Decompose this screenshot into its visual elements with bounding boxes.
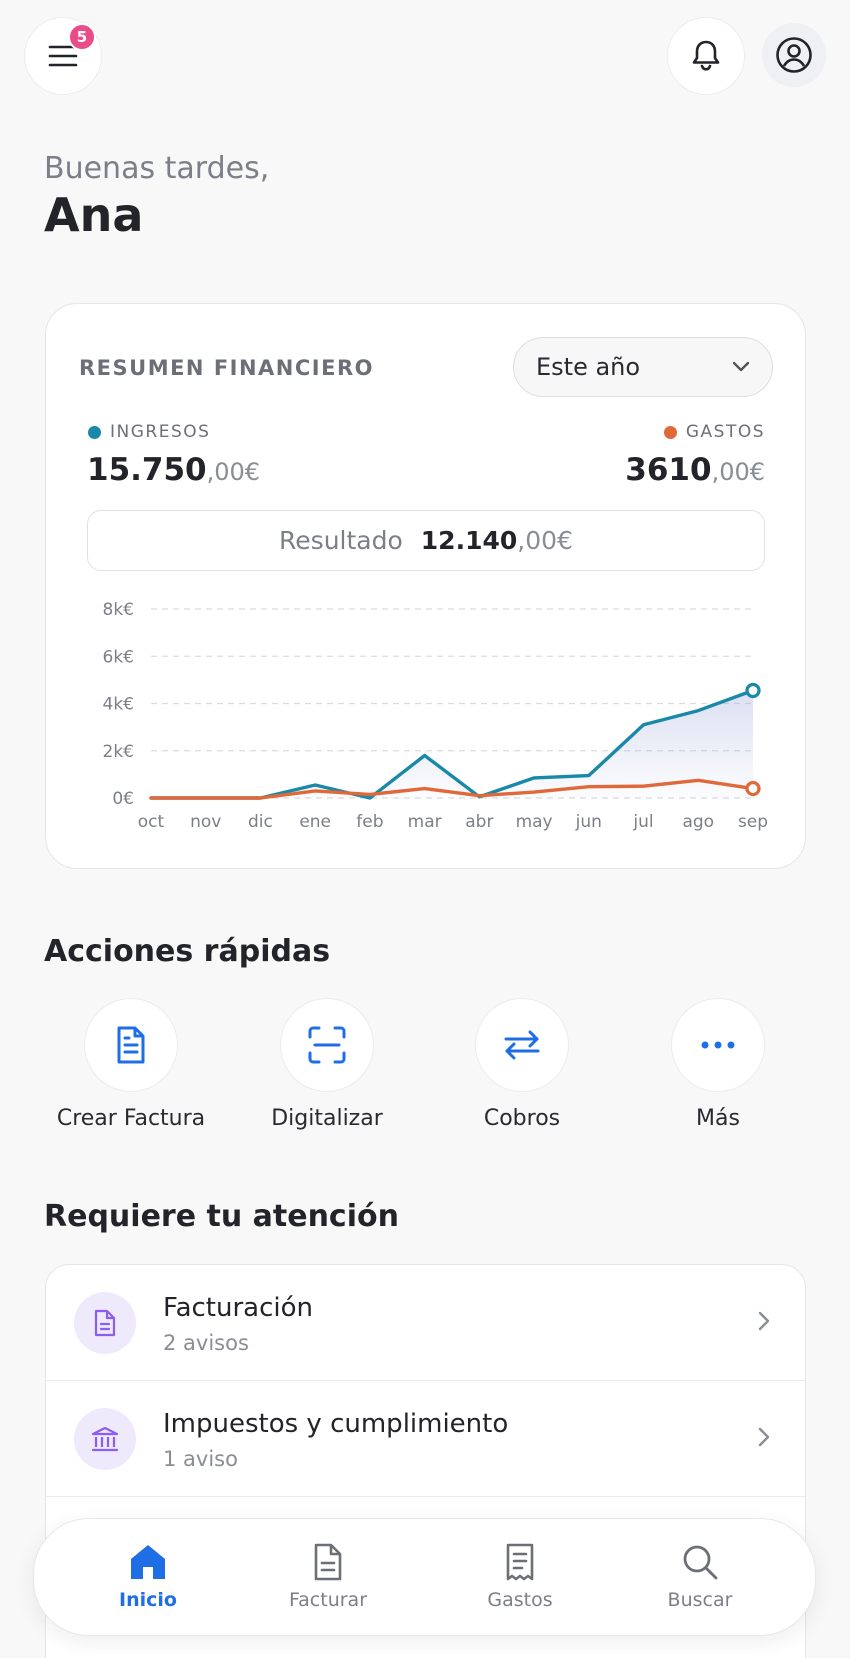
- search-icon: [683, 1545, 718, 1580]
- x-tick-label: nov: [190, 812, 221, 832]
- attention-item-subtitle: 2 avisos: [163, 1331, 249, 1355]
- x-tick-label: ago: [682, 812, 714, 832]
- transfer-icon: [504, 1030, 540, 1060]
- y-tick-label: 4k€: [103, 695, 134, 715]
- nav-item-invoice[interactable]: Facturar: [258, 1543, 398, 1611]
- notifications-button[interactable]: [667, 17, 745, 95]
- income-end-point: [745, 682, 761, 699]
- x-tick-label: ene: [299, 812, 331, 832]
- invoice-icon: [117, 1026, 145, 1064]
- x-tick-label: dic: [248, 812, 273, 832]
- x-tick-label: may: [516, 812, 553, 832]
- nav-label: Facturar: [288, 1589, 368, 1611]
- chevron-right-icon: [758, 1311, 770, 1331]
- quick-action-more[interactable]: Más: [628, 998, 808, 1131]
- quick-action-create-invoice[interactable]: Crear Factura: [41, 998, 221, 1131]
- scan-button[interactable]: [280, 998, 374, 1092]
- attention-title: Requiere tu atención: [44, 1199, 399, 1234]
- y-tick-label: 0€: [112, 789, 134, 809]
- quick-action-label: Crear Factura: [56, 1106, 206, 1131]
- x-tick-label: oct: [138, 812, 165, 832]
- y-tick-label: 8k€: [103, 600, 134, 620]
- notification-badge: 5: [68, 23, 96, 51]
- attention-item-subtitle: 1 aviso: [163, 1447, 238, 1471]
- chevron-right-icon: [758, 1427, 770, 1447]
- expenses-end-point: [745, 780, 761, 797]
- x-tick-label: sep: [738, 812, 768, 832]
- invoice-icon: [314, 1543, 342, 1581]
- quick-action-label: Más: [696, 1106, 740, 1131]
- billing-icon-wrap: [74, 1292, 136, 1354]
- income-area: [151, 690, 753, 798]
- profile-icon: [776, 37, 812, 73]
- create-invoice-button[interactable]: [84, 998, 178, 1092]
- bank-icon: [91, 1426, 119, 1452]
- nav-item-home[interactable]: Inicio: [78, 1543, 218, 1611]
- bottom-navigation: Inicio Facturar Gastos Buscar: [33, 1518, 816, 1636]
- x-tick-label: jul: [632, 812, 653, 832]
- more-icon: [701, 1041, 735, 1049]
- bell-icon: [692, 40, 720, 71]
- financial-summary-card: RESUMEN FINANCIERO Este año INGRESOS GAS…: [45, 303, 806, 869]
- receipt-icon: [506, 1543, 534, 1581]
- quick-action-label: Digitalizar: [271, 1106, 383, 1131]
- attention-item-taxes[interactable]: Impuestos y cumplimiento 1 aviso: [46, 1381, 805, 1497]
- greeting-name: Ana: [44, 188, 144, 242]
- nav-label: Buscar: [667, 1589, 733, 1611]
- quick-actions-title: Acciones rápidas: [44, 934, 331, 969]
- nav-item-expenses[interactable]: Gastos: [450, 1543, 590, 1611]
- x-tick-label: mar: [408, 812, 442, 832]
- income-expenses-chart: 8k€ 6k€ 4k€ 2k€ 0€oct nov dic ene feb mar abr may ju…: [103, 600, 769, 832]
- attention-item-title: Impuestos y cumplimiento: [163, 1409, 509, 1439]
- quick-action-scan[interactable]: Digitalizar: [237, 998, 417, 1131]
- payments-button[interactable]: [475, 998, 569, 1092]
- profile-button[interactable]: [762, 23, 826, 87]
- document-icon: [94, 1309, 116, 1337]
- nav-item-search[interactable]: Buscar: [630, 1543, 770, 1611]
- scan-icon: [308, 1026, 346, 1064]
- x-tick-label: jun: [575, 812, 602, 832]
- quick-action-payments[interactable]: Cobros: [432, 998, 612, 1131]
- y-tick-label: 6k€: [103, 647, 134, 667]
- attention-item-billing[interactable]: Facturación 2 avisos: [46, 1265, 805, 1381]
- nav-label: Gastos: [487, 1589, 553, 1611]
- more-button[interactable]: [671, 998, 765, 1092]
- home-icon: [131, 1545, 165, 1579]
- greeting-salutation: Buenas tardes,: [44, 151, 270, 186]
- y-tick-label: 2k€: [103, 742, 134, 762]
- x-tick-label: abr: [465, 812, 493, 832]
- quick-action-label: Cobros: [483, 1106, 561, 1131]
- nav-label: Inicio: [119, 1589, 177, 1611]
- attention-item-title: Facturación: [163, 1293, 313, 1323]
- x-tick-label: feb: [356, 812, 383, 832]
- taxes-icon-wrap: [74, 1408, 136, 1470]
